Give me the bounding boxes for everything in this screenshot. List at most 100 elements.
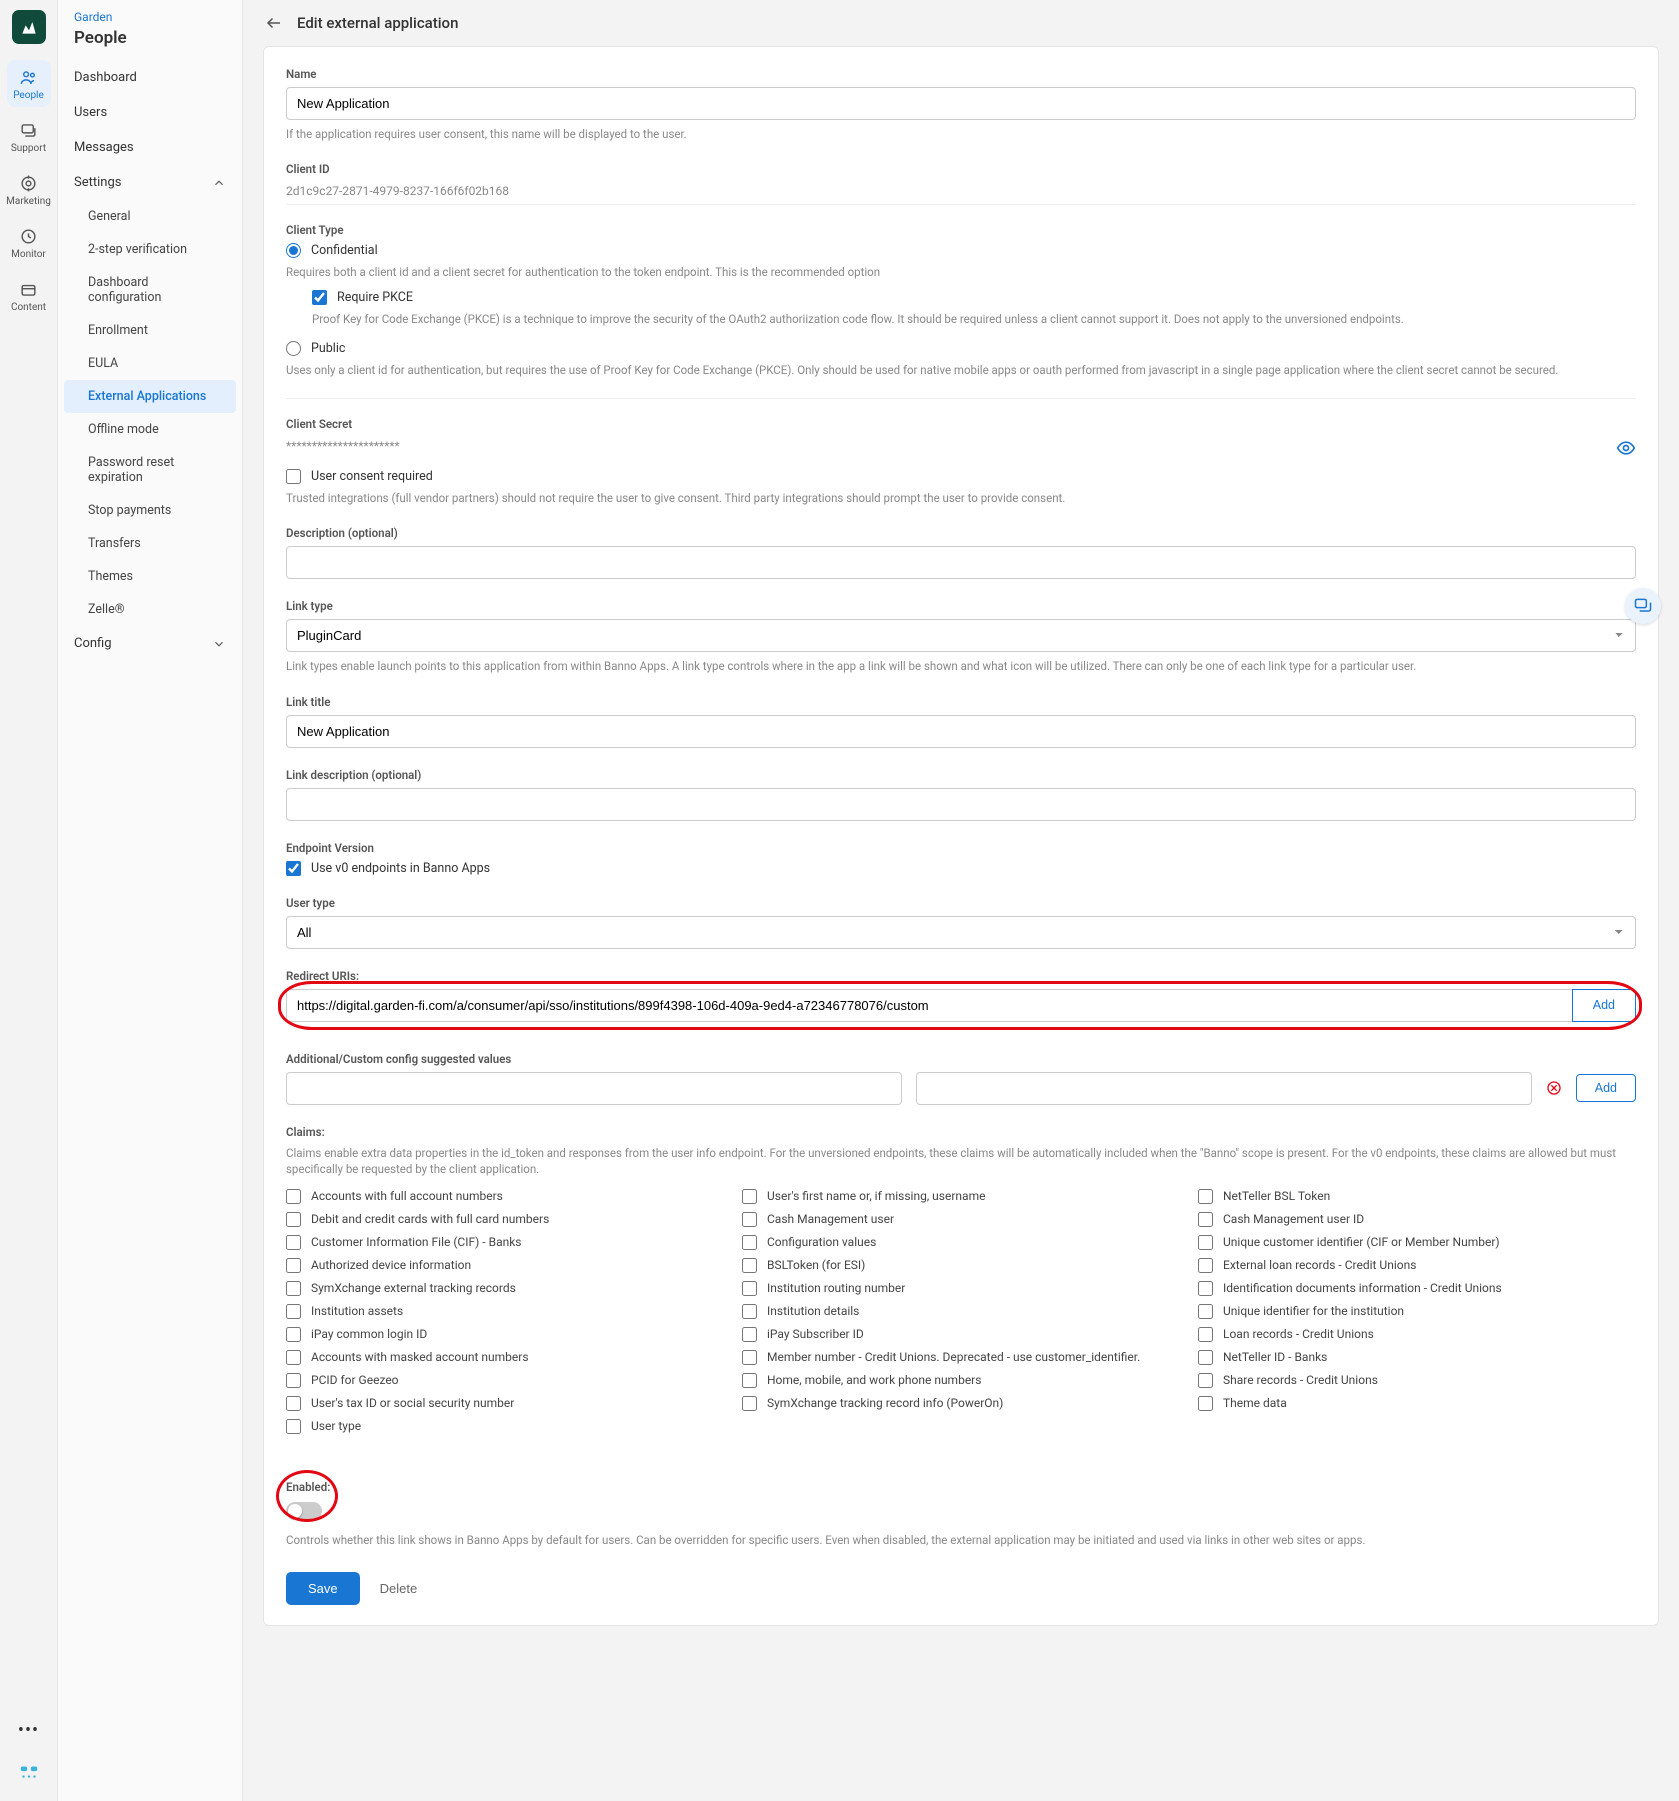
sub-password-reset[interactable]: Password reset expiration xyxy=(64,446,236,494)
confidential-radio[interactable] xyxy=(286,243,301,258)
endpoint-checkbox[interactable] xyxy=(286,861,301,876)
claim-checkbox[interactable] xyxy=(742,1189,757,1204)
chat-icon[interactable] xyxy=(1625,588,1661,624)
claim-item: Cash Management user xyxy=(742,1212,1180,1227)
link-title-input[interactable] xyxy=(286,715,1636,748)
claim-label: Accounts with masked account numbers xyxy=(311,1350,529,1364)
nav-users[interactable]: Users xyxy=(58,95,242,130)
rail-item-people[interactable]: People xyxy=(7,60,51,107)
claim-checkbox[interactable] xyxy=(286,1189,301,1204)
chevron-down-icon xyxy=(212,637,226,651)
claim-checkbox[interactable] xyxy=(742,1235,757,1250)
sub-stop-payments[interactable]: Stop payments xyxy=(64,494,236,527)
rail-item-content[interactable]: Content xyxy=(7,272,51,319)
link-type-select[interactable]: PluginCard xyxy=(286,619,1636,652)
nav-settings[interactable]: Settings xyxy=(58,165,242,200)
claim-checkbox[interactable] xyxy=(742,1304,757,1319)
claim-checkbox[interactable] xyxy=(1198,1396,1213,1411)
claim-checkbox[interactable] xyxy=(1198,1235,1213,1250)
sub-eula[interactable]: EULA xyxy=(64,347,236,380)
require-pkce-checkbox[interactable] xyxy=(312,290,327,305)
claim-checkbox[interactable] xyxy=(742,1373,757,1388)
claim-checkbox[interactable] xyxy=(286,1235,301,1250)
user-type-select[interactable]: All xyxy=(286,916,1636,949)
link-type-label: Link type xyxy=(286,599,1636,613)
claim-label: NetTeller ID - Banks xyxy=(1223,1350,1327,1364)
claim-checkbox[interactable] xyxy=(286,1304,301,1319)
config-key-input[interactable] xyxy=(286,1072,902,1105)
claim-checkbox[interactable] xyxy=(1198,1373,1213,1388)
sub-dashboard-config[interactable]: Dashboard configuration xyxy=(64,266,236,314)
sub-general[interactable]: General xyxy=(64,200,236,233)
claim-label: External loan records - Credit Unions xyxy=(1223,1258,1416,1272)
consent-checkbox[interactable] xyxy=(286,469,301,484)
claim-checkbox[interactable] xyxy=(742,1281,757,1296)
breadcrumb[interactable]: Garden xyxy=(58,10,242,28)
claim-item: Customer Information File (CIF) - Banks xyxy=(286,1235,724,1250)
rail-footer-icon[interactable] xyxy=(18,1761,40,1783)
claim-label: Debit and credit cards with full card nu… xyxy=(311,1212,549,1226)
claim-item: Cash Management user ID xyxy=(1198,1212,1636,1227)
redirect-input[interactable] xyxy=(286,989,1572,1022)
claim-item: User's first name or, if missing, userna… xyxy=(742,1189,1180,1204)
client-secret-label: Client Secret xyxy=(286,417,1636,431)
claim-item: Configuration values xyxy=(742,1235,1180,1250)
claim-checkbox[interactable] xyxy=(1198,1258,1213,1273)
sub-transfers[interactable]: Transfers xyxy=(64,527,236,560)
sub-external-applications[interactable]: External Applications xyxy=(64,380,236,413)
public-radio[interactable] xyxy=(286,341,301,356)
name-help: If the application requires user consent… xyxy=(286,126,1636,142)
rail-item-monitor[interactable]: Monitor xyxy=(7,219,51,266)
claim-checkbox[interactable] xyxy=(286,1419,301,1434)
claim-checkbox[interactable] xyxy=(286,1350,301,1365)
claim-item: User's tax ID or social security number xyxy=(286,1396,724,1411)
name-input[interactable] xyxy=(286,87,1636,120)
claim-checkbox[interactable] xyxy=(1198,1281,1213,1296)
require-pkce-label: Require PKCE xyxy=(337,290,413,305)
claims-help: Claims enable extra data properties in t… xyxy=(286,1145,1636,1177)
claim-checkbox[interactable] xyxy=(286,1281,301,1296)
claim-checkbox[interactable] xyxy=(286,1396,301,1411)
app-logo[interactable] xyxy=(12,10,46,44)
claim-checkbox[interactable] xyxy=(286,1258,301,1273)
rail-more-icon[interactable]: ••• xyxy=(18,1720,39,1741)
sub-zelle[interactable]: Zelle® xyxy=(64,593,236,626)
rail-item-support[interactable]: Support xyxy=(7,113,51,160)
remove-icon[interactable] xyxy=(1546,1080,1562,1096)
sub-offline[interactable]: Offline mode xyxy=(64,413,236,446)
description-input[interactable] xyxy=(286,546,1636,579)
sub-themes[interactable]: Themes xyxy=(64,560,236,593)
sub-enrollment[interactable]: Enrollment xyxy=(64,314,236,347)
rail-item-marketing[interactable]: Marketing xyxy=(7,166,51,213)
claim-checkbox[interactable] xyxy=(286,1212,301,1227)
nav-dashboard[interactable]: Dashboard xyxy=(58,60,242,95)
claim-label: Configuration values xyxy=(767,1235,876,1249)
claim-checkbox[interactable] xyxy=(1198,1304,1213,1319)
back-arrow-icon[interactable] xyxy=(265,14,283,32)
claim-checkbox[interactable] xyxy=(742,1396,757,1411)
nav-messages[interactable]: Messages xyxy=(58,130,242,165)
config-value-input[interactable] xyxy=(916,1072,1532,1105)
claim-checkbox[interactable] xyxy=(1198,1189,1213,1204)
claim-label: NetTeller BSL Token xyxy=(1223,1189,1330,1203)
link-title-label: Link title xyxy=(286,695,1636,709)
config-add-button[interactable]: Add xyxy=(1576,1074,1636,1102)
delete-button[interactable]: Delete xyxy=(380,1581,418,1596)
claim-checkbox[interactable] xyxy=(1198,1212,1213,1227)
claim-item: iPay Subscriber ID xyxy=(742,1327,1180,1342)
save-button[interactable]: Save xyxy=(286,1572,360,1605)
claim-checkbox[interactable] xyxy=(286,1373,301,1388)
eye-icon[interactable] xyxy=(1616,438,1636,458)
link-desc-input[interactable] xyxy=(286,788,1636,821)
claim-checkbox[interactable] xyxy=(1198,1350,1213,1365)
claim-checkbox[interactable] xyxy=(1198,1327,1213,1342)
claim-checkbox[interactable] xyxy=(742,1258,757,1273)
redirect-add-button[interactable]: Add xyxy=(1572,989,1636,1022)
claim-checkbox[interactable] xyxy=(742,1212,757,1227)
claim-checkbox[interactable] xyxy=(286,1327,301,1342)
nav-config[interactable]: Config xyxy=(58,626,242,661)
enabled-toggle[interactable] xyxy=(286,1502,322,1520)
claim-checkbox[interactable] xyxy=(742,1327,757,1342)
sub-2step[interactable]: 2-step verification xyxy=(64,233,236,266)
claim-checkbox[interactable] xyxy=(742,1350,757,1365)
